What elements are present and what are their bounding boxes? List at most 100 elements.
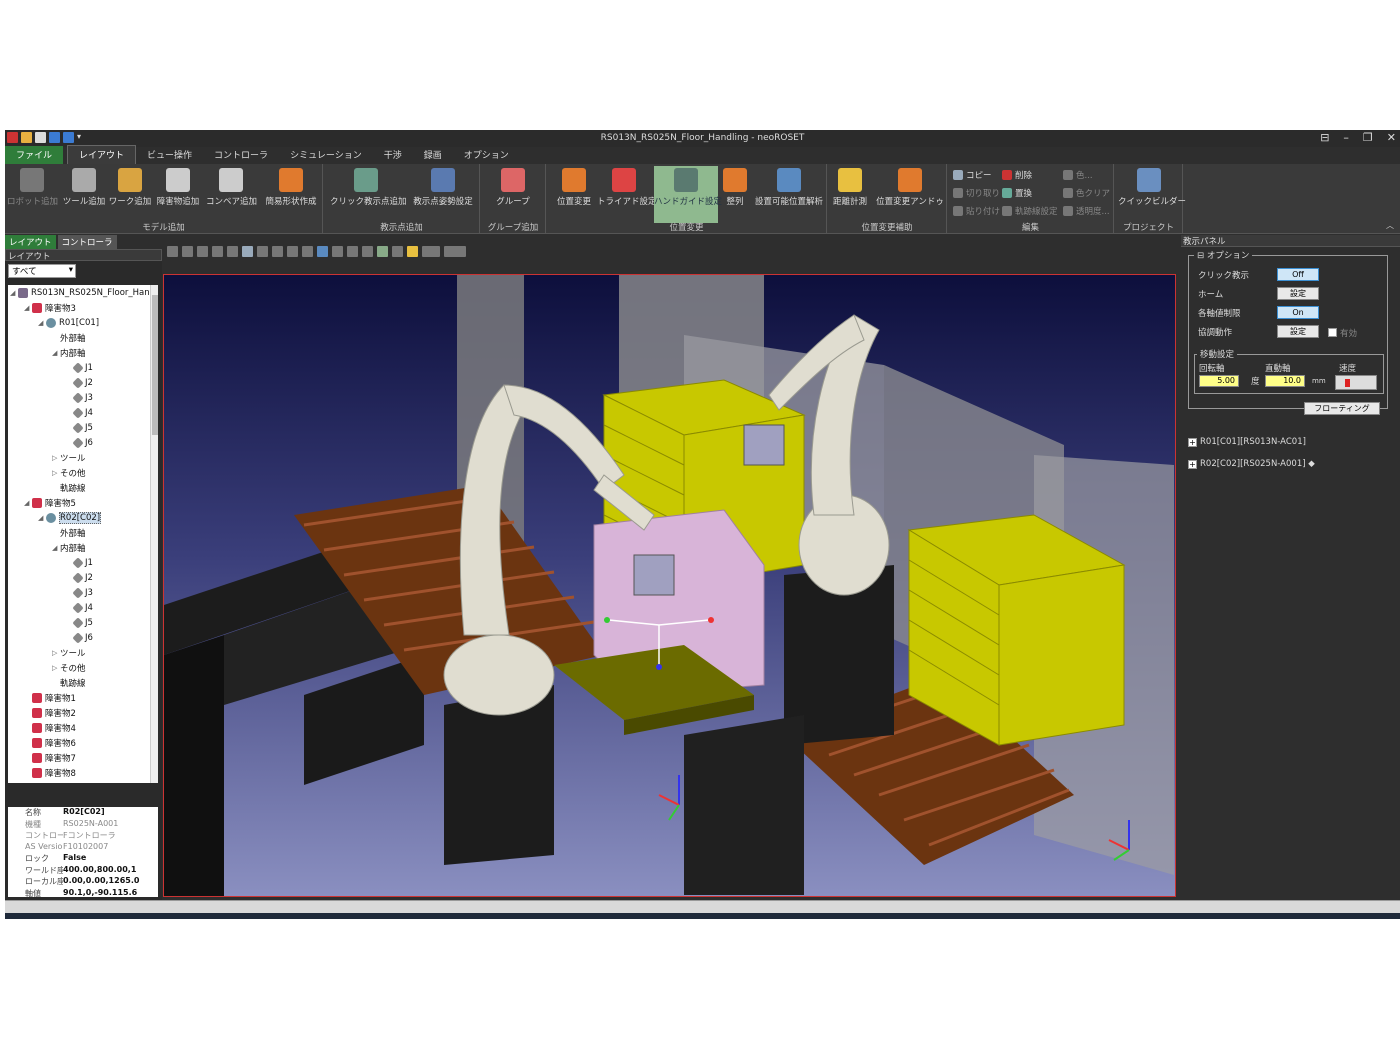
tree-node[interactable]: 外部軸 bbox=[8, 330, 158, 345]
tree-node[interactable]: ▷ その他 bbox=[8, 465, 158, 480]
menu-simulation[interactable]: シミュレーション bbox=[279, 146, 373, 164]
top-view-icon[interactable] bbox=[287, 245, 298, 257]
tree-toggle-icon[interactable]: ▷ bbox=[52, 649, 60, 657]
tree-node[interactable]: ▷ その他 bbox=[8, 660, 158, 675]
tab-layout[interactable]: レイアウト bbox=[5, 235, 56, 249]
click-teach-add-button[interactable]: クリック教示点追加 bbox=[330, 166, 407, 214]
tree-node[interactable]: J5 bbox=[8, 615, 158, 630]
side-view-icon[interactable] bbox=[272, 245, 283, 257]
iso-view-icon[interactable] bbox=[302, 245, 313, 257]
tree-toggle-icon[interactable]: ◢ bbox=[52, 349, 60, 357]
tree-node[interactable]: 障害物4 bbox=[8, 720, 158, 735]
tree-node[interactable]: ◢ R02[C02] bbox=[8, 510, 158, 525]
tree-toggle-icon[interactable]: ▷ bbox=[52, 469, 60, 477]
click-teach-toggle[interactable]: Off bbox=[1277, 268, 1319, 281]
tree-node[interactable]: ◢ 内部軸 bbox=[8, 345, 158, 360]
tree-node[interactable]: J2 bbox=[8, 570, 158, 585]
layout-3-icon[interactable] bbox=[347, 245, 358, 257]
tree-node[interactable]: J1 bbox=[8, 555, 158, 570]
tree-node[interactable]: 外部軸 bbox=[8, 525, 158, 540]
position-undo-button[interactable]: 位置変更アンドゥ bbox=[876, 166, 944, 214]
tree-node[interactable]: 障害物9 bbox=[8, 780, 158, 783]
tree-node[interactable]: 障害物1 bbox=[8, 690, 158, 705]
tree-node[interactable]: J3 bbox=[8, 390, 158, 405]
add-tool-button[interactable]: ツール追加 bbox=[59, 166, 109, 214]
shade-icon[interactable] bbox=[407, 245, 418, 257]
distance-measure-button[interactable]: 距離計測 bbox=[830, 166, 870, 214]
tree-node[interactable]: J4 bbox=[8, 600, 158, 615]
menu-file[interactable]: ファイル bbox=[5, 146, 64, 164]
tree-node[interactable]: J2 bbox=[8, 375, 158, 390]
copy-button[interactable]: コピー bbox=[953, 167, 992, 182]
zoom-icon[interactable] bbox=[227, 245, 238, 257]
layout-4-icon[interactable] bbox=[362, 245, 373, 257]
tree-node[interactable]: ◢ R01[C01] bbox=[8, 315, 158, 330]
select-icon[interactable] bbox=[242, 245, 253, 257]
tree-node[interactable]: 軌跡線 bbox=[8, 675, 158, 690]
front-view-icon[interactable] bbox=[257, 245, 268, 257]
menu-controller[interactable]: コントローラ bbox=[203, 146, 279, 164]
property-row[interactable]: コントローラFコントローラ bbox=[8, 830, 158, 842]
tree-toggle-icon[interactable]: ◢ bbox=[10, 289, 18, 297]
tree-node[interactable]: 障害物7 bbox=[8, 750, 158, 765]
speed-selector[interactable] bbox=[1335, 375, 1377, 390]
trajectory-setting-button[interactable]: 軌跡線設定 bbox=[1002, 203, 1058, 218]
add-conveyor-button[interactable]: コンベア追加 bbox=[206, 166, 257, 214]
property-row[interactable]: 機種 RS025N-A001 bbox=[8, 819, 158, 831]
paste-button[interactable]: 貼り付け bbox=[953, 203, 1000, 218]
placement-analysis-button[interactable]: 設置可能位置解析 bbox=[753, 166, 825, 214]
expand-icon[interactable]: + bbox=[1188, 437, 1197, 447]
layout-2-icon[interactable] bbox=[332, 245, 343, 257]
home-view-icon[interactable] bbox=[197, 245, 208, 257]
menu-interference[interactable]: 干渉 bbox=[373, 146, 413, 164]
tree-node[interactable]: ◢ RS013N_RS025N_Floor_Han bbox=[8, 285, 158, 300]
color-clear-button[interactable]: 色クリア bbox=[1063, 185, 1110, 200]
tree-node[interactable]: 障害物2 bbox=[8, 705, 158, 720]
tree-node[interactable]: ◢ 障害物3 bbox=[8, 300, 158, 315]
add-robot-button[interactable]: ロボット追加 bbox=[7, 166, 58, 214]
tree-scroll-thumb[interactable] bbox=[152, 295, 158, 435]
color-button[interactable]: 色... bbox=[1063, 167, 1093, 182]
quick-builder-button[interactable]: クイックビルダー bbox=[1118, 166, 1186, 214]
property-row[interactable]: 名称 R02[C02] bbox=[8, 807, 158, 819]
floating-button[interactable]: フローティング bbox=[1304, 402, 1380, 415]
tab-controller[interactable]: コントローラ bbox=[57, 235, 117, 249]
axis-icon[interactable] bbox=[392, 245, 403, 257]
property-row[interactable]: AS VersionF10102007 bbox=[8, 842, 158, 854]
tree-toggle-icon[interactable]: ◢ bbox=[24, 499, 32, 507]
tree-node[interactable]: J6 bbox=[8, 435, 158, 450]
tree-node[interactable]: ▷ ツール bbox=[8, 645, 158, 660]
create-shape-button[interactable]: 簡易形状作成 bbox=[263, 166, 319, 214]
property-row[interactable]: 軸値 90.1,0,-90.115.6 bbox=[8, 888, 158, 898]
collapse-icon[interactable]: ⊟ bbox=[1197, 251, 1204, 261]
tree-node[interactable]: J5 bbox=[8, 420, 158, 435]
robot-r02-node[interactable]: + R02[C02][RS025N-A001] ◆ bbox=[1188, 459, 1315, 469]
filter-select[interactable]: すべて ▾ bbox=[8, 264, 76, 278]
layout-1-icon[interactable] bbox=[317, 245, 328, 257]
bars-icon[interactable] bbox=[422, 245, 440, 257]
undo-view-icon[interactable] bbox=[182, 245, 193, 257]
hand-guide-button[interactable]: ハンドガイド設定 bbox=[654, 166, 722, 223]
menu-view[interactable]: ビュー操作 bbox=[136, 146, 203, 164]
cut-button[interactable]: 切り取り bbox=[953, 185, 1000, 200]
close-button[interactable]: ✕ bbox=[1387, 131, 1396, 144]
grid-icon[interactable] bbox=[377, 245, 388, 257]
align-button[interactable]: 整列 bbox=[719, 166, 751, 214]
tree-toggle-icon[interactable]: ▷ bbox=[52, 454, 60, 462]
tree-toggle-icon[interactable]: ◢ bbox=[38, 514, 46, 522]
teach-pose-button[interactable]: 教示点姿勢設定 bbox=[410, 166, 476, 214]
tree-node[interactable]: ▷ ツール bbox=[8, 450, 158, 465]
tree-node[interactable]: J6 bbox=[8, 630, 158, 645]
triad-setting-button[interactable]: トライアド設定 bbox=[597, 166, 657, 214]
tree-toggle-icon[interactable]: ▷ bbox=[52, 664, 60, 672]
tree-node[interactable]: J1 bbox=[8, 360, 158, 375]
delete-button[interactable]: 削除 bbox=[1002, 167, 1032, 182]
enable-checkbox[interactable] bbox=[1328, 328, 1337, 337]
add-obstacle-button[interactable]: 障害物追加 bbox=[153, 166, 203, 214]
tree-node[interactable]: 障害物8 bbox=[8, 765, 158, 780]
replace-button[interactable]: 置換 bbox=[1002, 185, 1032, 200]
tree-toggle-icon[interactable]: ◢ bbox=[52, 544, 60, 552]
restore-ribbon-icon[interactable]: ⊟ bbox=[1320, 131, 1329, 144]
transparency-button[interactable]: 透明度... bbox=[1063, 203, 1110, 218]
rotation-input[interactable]: 5.00 bbox=[1199, 375, 1239, 387]
